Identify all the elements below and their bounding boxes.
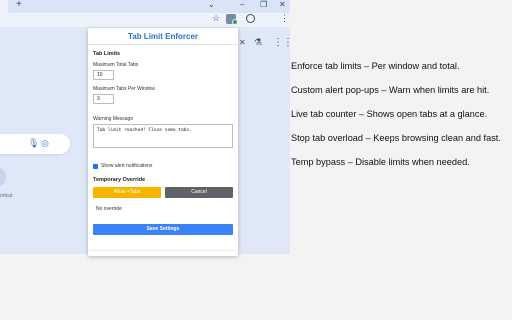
feature-item: Enforce tab limits – Per window and tota… — [291, 61, 460, 71]
warning-message-input[interactable]: Tab limit reached! Close some tabs. — [93, 124, 233, 148]
warning-label: Warning Message — [93, 116, 134, 122]
flask-icon[interactable]: ⚗ — [254, 37, 262, 48]
extension-badge — [232, 19, 238, 25]
chevron-down-icon[interactable]: ⌄ — [208, 0, 215, 9]
extension-popup: Tab Limit Enforcer Tab Limits Maximum To… — [88, 28, 238, 256]
feature-item: Live tab counter – Shows open tabs at a … — [291, 109, 488, 119]
feature-item: Custom alert pop-ups – Warn when limits … — [291, 85, 490, 95]
active-tab[interactable] — [0, 0, 8, 13]
minimize-icon[interactable]: – — [240, 0, 244, 9]
popup-title: Tab Limit Enforcer — [127, 32, 199, 41]
close-icon[interactable]: ✕ — [279, 0, 286, 9]
tab-strip: + ⌄ – ❐ ✕ — [0, 0, 290, 13]
max-total-label: Maximum Total Tabs — [93, 62, 139, 68]
max-per-window-label: Maximum Tabs Per Window — [93, 86, 155, 92]
search-box[interactable]: 🎙 ◎ — [0, 134, 70, 154]
profile-icon[interactable] — [246, 14, 255, 23]
cancel-button[interactable]: Cancel — [165, 187, 233, 198]
save-settings-button[interactable]: Save Settings — [93, 224, 233, 235]
star-icon[interactable]: ☆ — [212, 13, 220, 24]
tab-limits-heading: Tab Limits — [93, 51, 121, 57]
side-x-icon[interactable]: ✕ — [239, 38, 246, 47]
footer-divider — [88, 250, 238, 251]
max-per-window-input[interactable]: 3 — [93, 94, 114, 104]
lens-icon[interactable]: ◎ — [41, 138, 49, 149]
allow-tabs-button[interactable]: Allow +Tabs — [93, 187, 161, 198]
shortcut-label: ortcut — [0, 193, 13, 199]
override-status: No override — [96, 206, 122, 212]
show-alert-checkbox[interactable] — [93, 164, 98, 169]
screenshot-stage: + ⌄ – ❐ ✕ ☆ ⋮ ✕ ⚗ ⋮⋮ 🎙 ◎ ortcut Tab Limi… — [0, 0, 512, 320]
feature-item: Stop tab overload – Keeps browsing clean… — [291, 133, 501, 143]
new-tab-icon[interactable]: + — [16, 0, 22, 10]
address-bar[interactable]: ☆ ⋮ — [0, 13, 290, 27]
max-total-input[interactable]: 10 — [93, 70, 114, 80]
maximize-icon[interactable]: ❐ — [260, 0, 267, 9]
show-alert-label: Show alert notifications — [101, 163, 153, 169]
override-heading: Temporary Override — [93, 177, 146, 183]
feature-item: Temp bypass – Disable limits when needed… — [291, 157, 470, 167]
menu-icon[interactable]: ⋮ — [280, 13, 289, 24]
mic-icon[interactable]: 🎙 — [28, 138, 39, 149]
title-divider — [88, 44, 238, 45]
apps-grid-icon[interactable]: ⋮⋮ — [273, 37, 290, 48]
